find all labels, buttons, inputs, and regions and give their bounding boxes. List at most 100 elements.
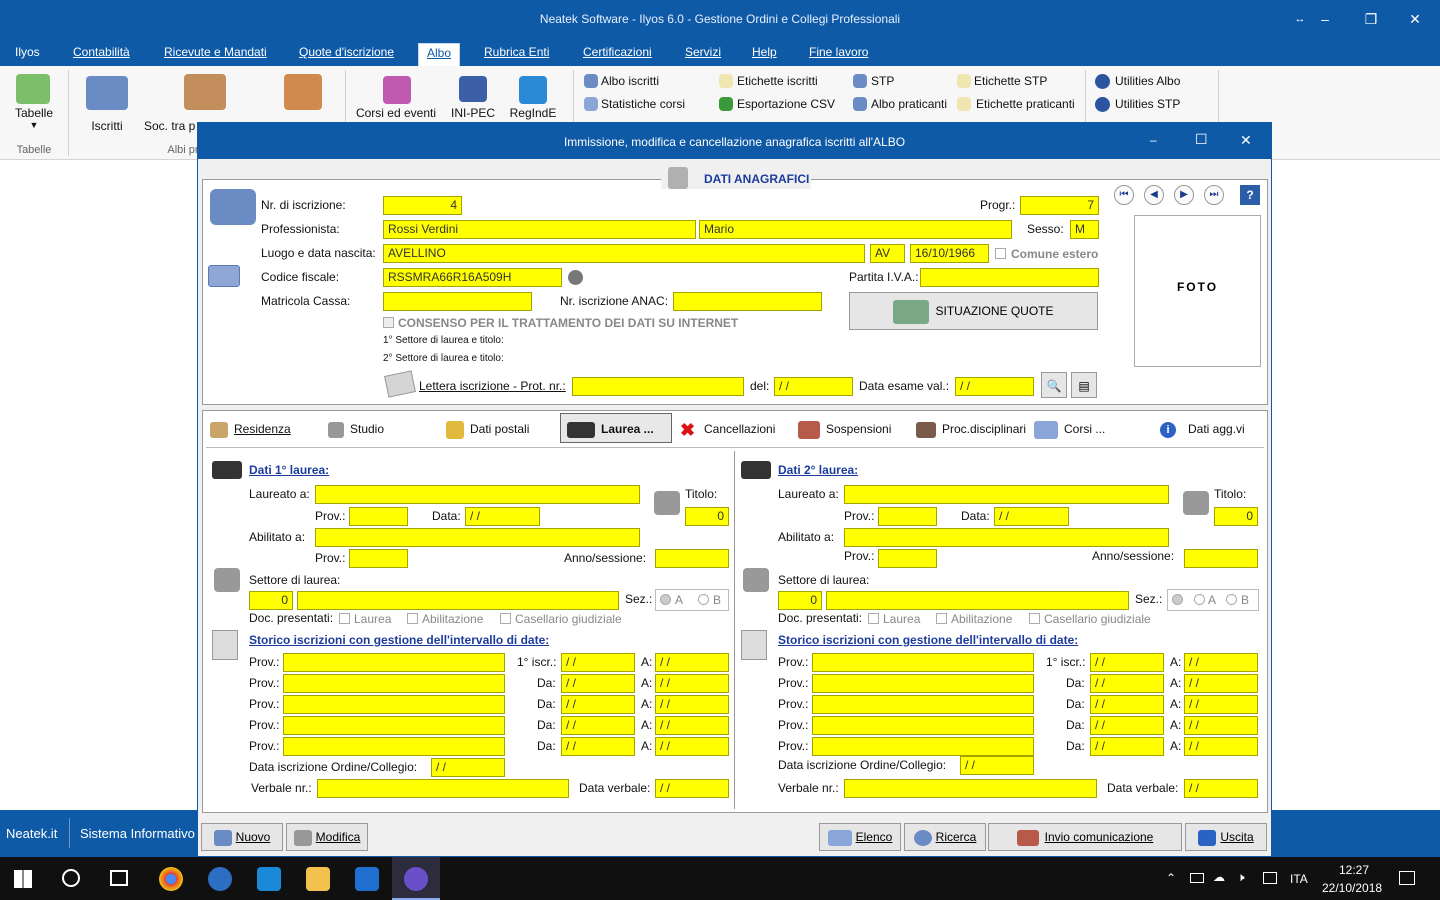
storico-da-field[interactable]: / / [1090, 695, 1164, 714]
nome-field[interactable]: Mario [699, 220, 1012, 239]
storico-da-field[interactable]: / / [1090, 737, 1164, 756]
laureato-field[interactable] [315, 485, 640, 504]
doc-abilitazione-checkbox[interactable] [407, 613, 418, 624]
storico-prov-field[interactable] [283, 716, 505, 735]
lettera-iscrizione-label[interactable]: Lettera iscrizione - Prot. nr.: [419, 379, 566, 393]
verbale-field[interactable] [844, 779, 1097, 798]
sez-a-radio[interactable] [1194, 594, 1205, 605]
sez-b-radio[interactable] [698, 594, 709, 605]
data-iscr-field[interactable]: / / [960, 756, 1034, 775]
storico-prov-field[interactable] [812, 737, 1034, 756]
menu-fine-lavoro[interactable]: Fine lavoro [809, 44, 868, 64]
storico-a-field[interactable]: / / [1184, 737, 1258, 756]
storico-da-field[interactable]: / / [561, 737, 635, 756]
tab-dati-aggiuntivi[interactable]: i Dati agg.vi [1160, 414, 1245, 444]
storico-da-field[interactable]: / / [1090, 674, 1164, 693]
chrome-icon[interactable] [159, 867, 183, 891]
nr-iscrizione-field[interactable]: 4 [383, 196, 462, 215]
invio-comunicazione-button[interactable]: Invio comunicazione [988, 823, 1182, 851]
utilities-stp-button[interactable]: Utilities STP [1115, 97, 1180, 111]
dialog-close-button[interactable]: ✕ [1240, 132, 1252, 149]
abilitato-field[interactable] [315, 528, 640, 547]
doc-casellario-checkbox[interactable] [1029, 613, 1040, 624]
matricola-field[interactable] [383, 292, 532, 311]
menu-quote[interactable]: Quote d'iscrizione [299, 44, 394, 64]
last-record-icon[interactable]: ⏭ [1204, 185, 1224, 205]
help-icon[interactable]: ? [1240, 185, 1260, 205]
sez-radio[interactable] [1172, 594, 1183, 605]
tabelle-button[interactable]: Tabelle [8, 106, 60, 120]
verbale-field[interactable] [317, 779, 569, 798]
iscritti-button[interactable]: Iscritti [80, 119, 134, 133]
laurea-prov-field[interactable] [878, 507, 937, 526]
doc-laurea-checkbox[interactable] [868, 613, 879, 624]
menu-servizi[interactable]: Servizi [685, 44, 721, 64]
clock-date[interactable]: 22/10/2018 [1322, 881, 1382, 895]
storico-a-field[interactable]: / / [655, 674, 729, 693]
foto-box[interactable]: FOTO [1134, 215, 1261, 367]
menu-certificazioni[interactable]: Certificazioni [583, 44, 652, 64]
file-explorer-icon[interactable] [306, 867, 330, 891]
statistiche-corsi-button[interactable]: Statistiche corsi [601, 97, 685, 111]
tab-corsi[interactable]: Corsi ... [1034, 414, 1105, 444]
soc-button[interactable]: Soc. tra p [144, 119, 198, 133]
sez-b-radio[interactable] [1226, 594, 1237, 605]
storico-prov-field[interactable] [283, 674, 505, 693]
storico-prov-field[interactable] [812, 695, 1034, 714]
tab-sospensioni[interactable]: Sospensioni [798, 414, 891, 444]
storico-da-field[interactable]: / / [1090, 653, 1164, 672]
etichette-iscritti-button[interactable]: Etichette iscritti [737, 74, 818, 88]
anno-sessione-field[interactable] [1184, 549, 1258, 568]
luogo-nascita-field[interactable]: AVELLINO [383, 244, 865, 263]
storico-da-field[interactable]: / / [561, 695, 635, 714]
cognome-field[interactable]: Rossi Verdini [383, 220, 696, 239]
doc-laurea-checkbox[interactable] [339, 613, 350, 624]
tab-proc-disciplinari[interactable]: Proc.disciplinari [916, 414, 1026, 444]
battery-icon[interactable] [1190, 873, 1204, 883]
progr-field[interactable]: 7 [1020, 196, 1099, 215]
edge-icon[interactable] [257, 867, 281, 891]
laurea-prov-field[interactable] [349, 507, 408, 526]
settore-code-field[interactable]: 0 [778, 591, 822, 610]
etichette-praticanti-button[interactable]: Etichette praticanti [976, 97, 1075, 111]
situazione-quote-button[interactable]: SITUAZIONE QUOTE [849, 292, 1098, 330]
minimize-button[interactable]: – [1310, 8, 1340, 30]
titolo-field[interactable]: 0 [1214, 507, 1258, 526]
maximize-button[interactable]: ❐ [1356, 8, 1386, 30]
inipec-button[interactable]: INI-PEC [446, 106, 500, 120]
volume-icon[interactable]: 🕨 [1237, 870, 1245, 885]
menu-help[interactable]: Help [752, 44, 777, 64]
storico-da-field[interactable]: / / [561, 716, 635, 735]
prov-nascita-field[interactable]: AV [870, 244, 905, 263]
storico-da-field[interactable]: / / [561, 674, 635, 693]
regindE-button[interactable]: RegIndE [504, 106, 562, 120]
tab-dati-postali[interactable]: Dati postali [446, 414, 529, 444]
utilities-albo-button[interactable]: Utilities Albo [1115, 74, 1180, 88]
nuovo-button[interactable]: Nuovo [201, 823, 283, 851]
storico-a-field[interactable]: / / [655, 737, 729, 756]
esportazione-csv-button[interactable]: Esportazione CSV [737, 97, 835, 111]
storico-a-field[interactable]: / / [1184, 653, 1258, 672]
storico-a-field[interactable]: / / [1184, 674, 1258, 693]
chevron-up-icon[interactable]: ⌃ [1166, 871, 1176, 885]
chevron-down-icon[interactable]: ▼ [8, 120, 60, 130]
anno-sessione-field[interactable] [655, 549, 729, 568]
menu-contabilita[interactable]: Contabilità [73, 44, 130, 64]
storico-a-field[interactable]: / / [1184, 716, 1258, 735]
search-icon[interactable]: 🔍 [1041, 372, 1067, 398]
tab-residenza[interactable]: Residenza [210, 414, 291, 444]
task-view-icon[interactable] [110, 870, 128, 886]
albo-iscritti-button[interactable]: Albo iscritti [601, 74, 659, 88]
cloud-icon[interactable]: ☁ [1213, 870, 1225, 884]
data-iscr-field[interactable]: / / [431, 758, 505, 777]
storico-da-field[interactable]: / / [561, 653, 635, 672]
data-nascita-field[interactable]: 16/10/1966 [910, 244, 989, 263]
network-icon[interactable] [1263, 872, 1277, 884]
storico-a-field[interactable]: / / [655, 653, 729, 672]
storico-a-field[interactable]: / / [655, 716, 729, 735]
storico-a-field[interactable]: / / [655, 695, 729, 714]
menu-ilyos[interactable]: Ilyos [15, 44, 40, 64]
elenco-button[interactable]: Elenco [819, 823, 901, 851]
etichette-stp-button[interactable]: Etichette STP [974, 74, 1047, 88]
storico-prov-field[interactable] [812, 674, 1034, 693]
